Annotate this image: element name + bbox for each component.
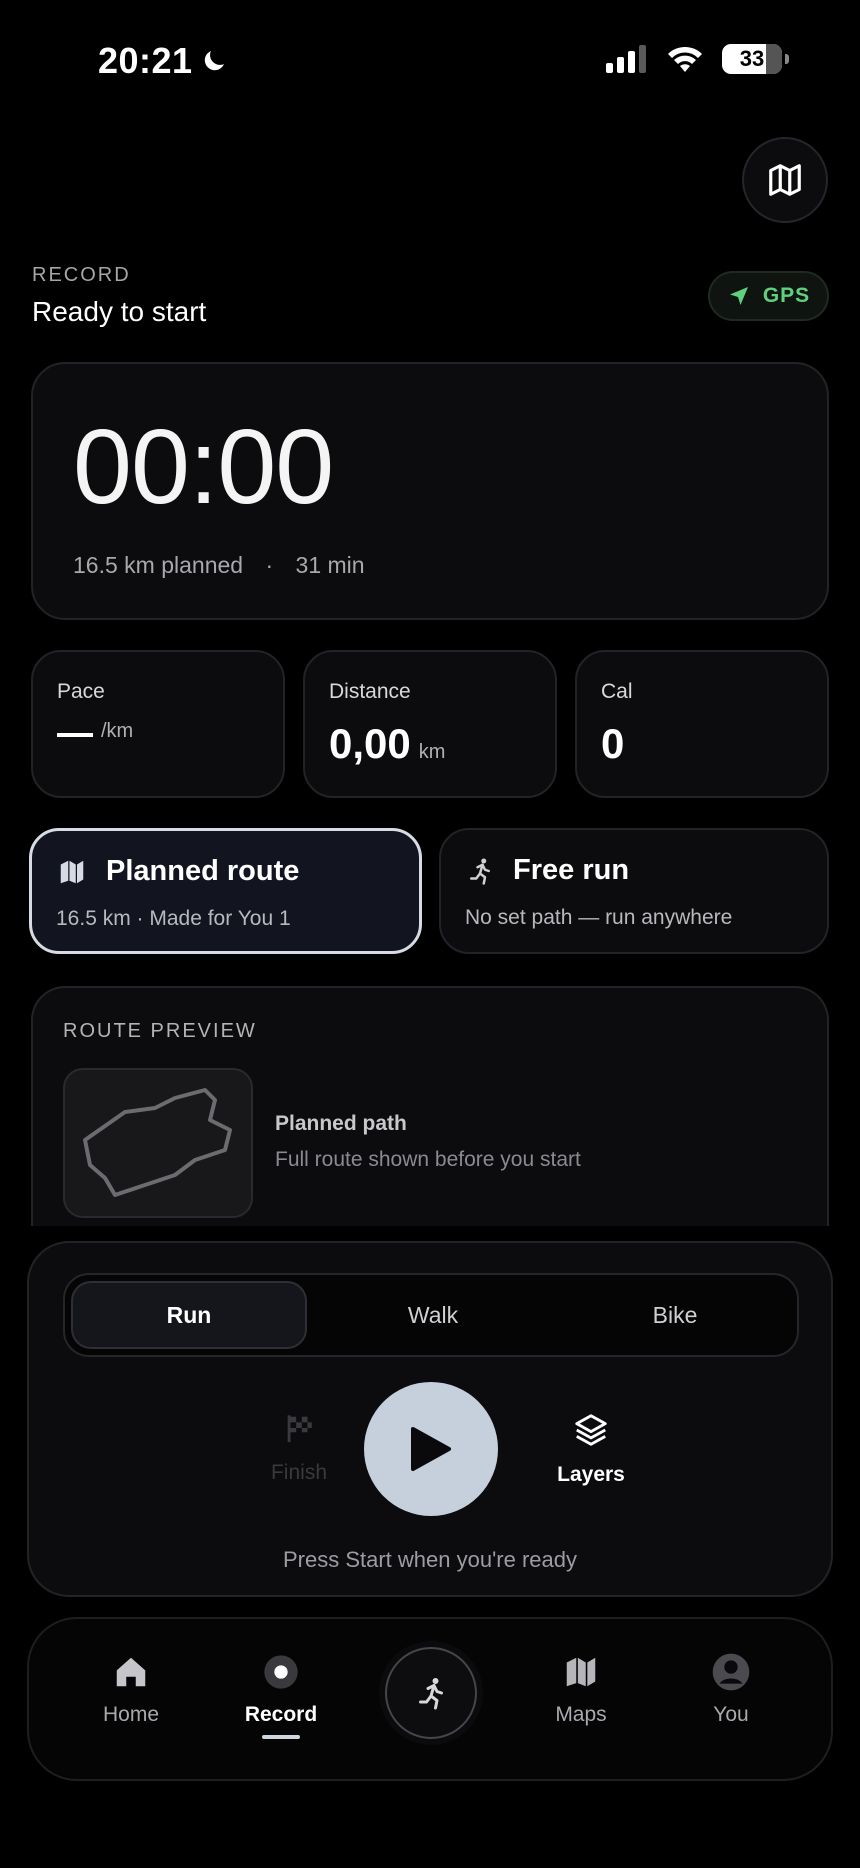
timer-card: 00:00 16.5 km planned · 31 min	[31, 362, 829, 620]
tab-home[interactable]: Home	[71, 1651, 191, 1727]
route-preview-card: ROUTE PREVIEW Planned path Full route sh…	[31, 986, 829, 1226]
route-preview-label: ROUTE PREVIEW	[63, 1020, 257, 1042]
planned-distance: 16.5 km planned	[73, 552, 244, 578]
layers-icon	[575, 1414, 607, 1446]
elapsed-timer: 00:00	[73, 408, 334, 526]
status-time-text: 20:21	[98, 40, 193, 81]
record-status: Ready to start	[32, 296, 207, 327]
runner-icon	[419, 1678, 443, 1710]
distance-value: 0,00 km	[329, 720, 445, 768]
route-thumbnail[interactable]	[63, 1068, 253, 1218]
activity-bike-tab[interactable]: Bike	[557, 1281, 793, 1349]
distance-stat-card: Distance 0,00 km	[303, 650, 557, 798]
activity-type-selector: Run Walk Bike	[63, 1273, 799, 1357]
maps-icon	[566, 1657, 596, 1687]
tab-record[interactable]: Record	[221, 1651, 341, 1739]
pace-value: /km	[57, 720, 133, 749]
activity-run-tab[interactable]: Run	[71, 1281, 307, 1349]
start-hint: Press Start when you're ready	[282, 1547, 577, 1572]
distance-label: Distance	[329, 680, 411, 703]
record-controls-panel: Run Walk Bike Finish Layers Press Start …	[27, 1241, 833, 1597]
planned-route-label: Planned route	[106, 855, 300, 887]
wifi-icon	[668, 46, 702, 72]
timer-summary: 16.5 km planned · 31 min	[73, 552, 365, 579]
checkered-flag-icon	[287, 1415, 312, 1443]
free-run-subtitle: No set path — run anywhere	[465, 906, 733, 929]
free-run-option[interactable]: Free run No set path — run anywhere	[439, 828, 829, 954]
empty-value-dash	[57, 733, 93, 737]
layers-label: Layers	[557, 1463, 625, 1486]
play-icon	[411, 1427, 451, 1471]
planned-route-title: Planned route	[56, 855, 299, 888]
free-run-title: Free run	[465, 854, 629, 887]
status-indicators: 33	[606, 44, 789, 74]
free-run-label: Free run	[513, 854, 630, 886]
distance-unit: km	[418, 741, 446, 763]
pace-unit: /km	[101, 720, 134, 742]
tab-maps-label: Maps	[555, 1703, 607, 1726]
map-view-button[interactable]	[742, 137, 828, 223]
route-path-graphic	[83, 1088, 232, 1197]
pace-stat-card: Pace /km	[31, 650, 285, 798]
layers-button[interactable]: Layers	[537, 1411, 645, 1487]
location-arrow-icon	[729, 287, 748, 305]
cellular-signal-icon	[606, 45, 646, 73]
gps-status-badge[interactable]: GPS	[708, 271, 829, 321]
moon-icon	[204, 51, 224, 71]
calories-value: 0	[601, 720, 624, 768]
planned-time: 31 min	[295, 552, 365, 578]
tab-home-label: Home	[102, 1703, 160, 1726]
record-icon	[264, 1655, 298, 1689]
route-preview-title: Planned path	[275, 1112, 407, 1135]
planned-route-option[interactable]: Planned route 16.5 km · Made for You 1	[29, 828, 422, 954]
section-label: RECORD	[32, 264, 131, 286]
finish-label: Finish	[270, 1461, 328, 1484]
summary-separator: ·	[265, 552, 274, 578]
runner-icon	[470, 858, 490, 885]
activity-walk-tab[interactable]: Walk	[315, 1281, 551, 1349]
status-time: 20:21	[98, 40, 229, 82]
calories-stat-card: Cal 0	[575, 650, 829, 798]
tab-you[interactable]: You	[671, 1651, 791, 1727]
route-preview-subtitle: Full route shown before you start	[275, 1148, 581, 1171]
profile-icon	[712, 1653, 750, 1691]
gps-label: GPS	[762, 284, 811, 307]
home-icon	[116, 1657, 146, 1687]
calories-number: 0	[601, 720, 625, 767]
tab-record-label: Record	[244, 1703, 318, 1726]
bottom-tab-bar: Home Record Maps You	[27, 1617, 833, 1781]
planned-route-subtitle: 16.5 km · Made for You 1	[56, 907, 291, 930]
quick-start-button[interactable]	[385, 1647, 477, 1739]
battery-level: 33	[739, 46, 765, 71]
tab-maps[interactable]: Maps	[521, 1651, 641, 1727]
pace-label: Pace	[57, 680, 105, 703]
start-button[interactable]	[364, 1382, 498, 1516]
battery-indicator: 33	[722, 44, 789, 74]
map-icon	[769, 164, 801, 196]
finish-button[interactable]: Finish	[245, 1411, 353, 1485]
calories-label: Cal	[601, 680, 633, 703]
tab-you-label: You	[713, 1703, 749, 1726]
active-tab-indicator	[262, 1735, 300, 1739]
distance-number: 0,00	[329, 720, 411, 767]
map-icon	[60, 860, 84, 883]
